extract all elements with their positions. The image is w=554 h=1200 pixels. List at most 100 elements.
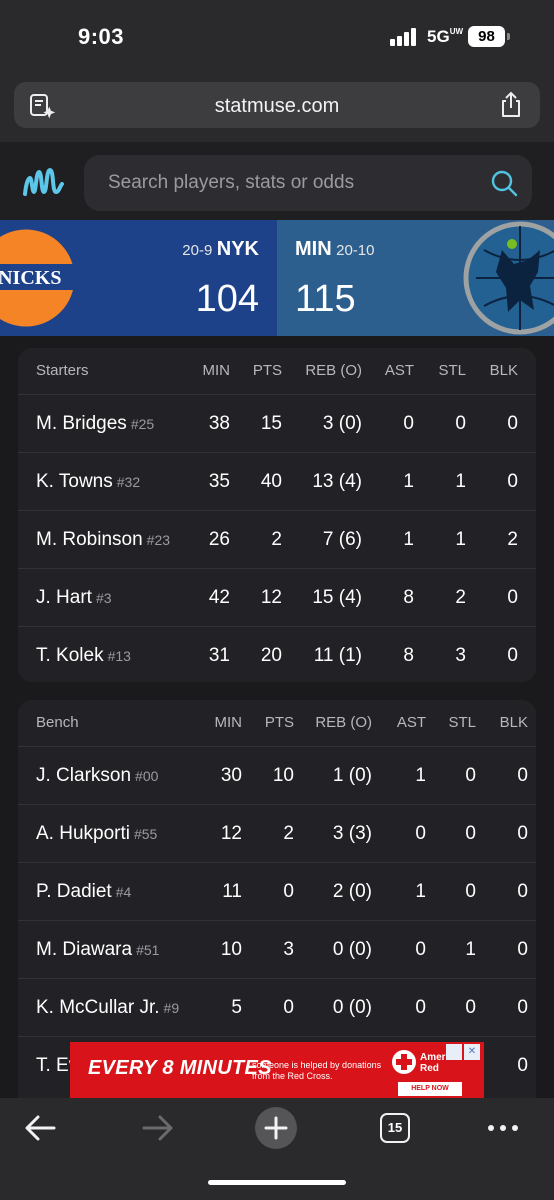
tabs-icon[interactable]: 15 bbox=[380, 1113, 410, 1143]
stat-stl: 1 bbox=[455, 471, 466, 492]
battery-tip bbox=[507, 33, 510, 40]
player-name-text[interactable]: M. Robinson bbox=[36, 529, 143, 550]
new-tab-icon[interactable] bbox=[254, 1106, 298, 1150]
ad-headline[interactable]: EVERY 8 MINUTES bbox=[88, 1057, 272, 1080]
player-name[interactable]: J. Clarkson #00 bbox=[36, 747, 158, 805]
jersey-number: #13 bbox=[107, 648, 131, 664]
stat-blk: 2 bbox=[507, 529, 518, 550]
stat-min: 35 bbox=[208, 471, 230, 492]
player-row[interactable]: A. Hukporti #55 12 2 3 (3) 0 0 0 bbox=[18, 804, 536, 862]
stat-min: 10 bbox=[220, 939, 242, 960]
stat-ast: 1 bbox=[415, 765, 426, 786]
column-header[interactable]: BLK bbox=[500, 700, 528, 746]
status-bar: 9:03 5GUW 98 bbox=[0, 0, 554, 76]
player-name-text[interactable]: T. Kolek bbox=[36, 645, 104, 666]
away-abbr: MIN bbox=[295, 238, 332, 260]
player-name-text[interactable]: K. Towns bbox=[36, 471, 113, 492]
player-row[interactable]: J. Clarkson #00 30 10 1 (0) 1 0 0 bbox=[18, 746, 536, 804]
player-row[interactable]: M. Bridges #25 38 15 3 (0) 0 0 0 bbox=[18, 394, 536, 452]
ad-close-icon[interactable]: ✕ bbox=[464, 1044, 480, 1060]
stat-pts: 2 bbox=[271, 529, 282, 550]
player-name[interactable]: M. Robinson #23 bbox=[36, 511, 170, 569]
stat-stl: 0 bbox=[465, 997, 476, 1018]
stat-stl: 2 bbox=[455, 587, 466, 608]
player-name-text[interactable]: A. Hukporti bbox=[36, 823, 130, 844]
forward-icon[interactable] bbox=[140, 1110, 176, 1146]
stat-pts: 2 bbox=[283, 823, 294, 844]
column-header[interactable]: BLK bbox=[490, 348, 518, 394]
stat-reb: 3 (0) bbox=[322, 413, 362, 434]
column-header[interactable]: STL bbox=[438, 348, 466, 394]
stat-min: 26 bbox=[208, 529, 230, 550]
player-row[interactable]: M. Diawara #51 10 3 0 (0) 0 1 0 bbox=[18, 920, 536, 978]
stat-reb: 0 (0) bbox=[332, 997, 372, 1018]
player-name[interactable]: T. Kolek #13 bbox=[36, 627, 131, 682]
battery-icon: 98 bbox=[468, 26, 505, 47]
player-name-text[interactable]: M. Bridges bbox=[36, 413, 127, 434]
stat-blk: 0 bbox=[517, 939, 528, 960]
search-box[interactable]: Search players, stats or odds bbox=[84, 155, 532, 211]
stat-reb: 3 (3) bbox=[332, 823, 372, 844]
player-row[interactable]: K. Towns #32 35 40 13 (4) 1 1 0 bbox=[18, 452, 536, 510]
stat-ast: 1 bbox=[415, 881, 426, 902]
search-placeholder[interactable]: Search players, stats or odds bbox=[108, 172, 354, 194]
share-icon[interactable] bbox=[498, 91, 524, 119]
jersey-number: #23 bbox=[146, 532, 171, 548]
address-bar[interactable]: statmuse.com bbox=[14, 82, 540, 128]
stat-reb: 2 (0) bbox=[332, 881, 372, 902]
starters-table: Starters MIN PTS REB (O) AST STL BLK M. Bridges… bbox=[18, 348, 536, 682]
column-header[interactable]: STL bbox=[448, 700, 476, 746]
jersey-number: #51 bbox=[136, 942, 160, 958]
column-header[interactable]: PTS bbox=[253, 348, 282, 394]
stat-min: 31 bbox=[208, 645, 230, 666]
player-name[interactable]: M. Diawara #51 bbox=[36, 921, 159, 979]
player-name[interactable]: A. Hukporti #55 bbox=[36, 805, 157, 863]
ad-body: someone is helped by donations from the … bbox=[252, 1060, 382, 1081]
column-header[interactable]: REB (O) bbox=[315, 700, 372, 746]
player-name[interactable]: M. Bridges #25 bbox=[36, 395, 154, 453]
stat-ast: 0 bbox=[415, 939, 426, 960]
adchoices-icon[interactable] bbox=[446, 1044, 462, 1060]
stat-blk: 0 bbox=[507, 645, 518, 666]
home-record: 20-9 bbox=[182, 242, 213, 259]
url-text[interactable]: statmuse.com bbox=[14, 95, 540, 118]
column-header[interactable]: PTS bbox=[265, 700, 294, 746]
away-record: 20-10 bbox=[336, 242, 375, 259]
section-label: Starters bbox=[36, 362, 89, 379]
stat-blk: 0 bbox=[507, 413, 518, 434]
player-name[interactable]: K. McCullar Jr. #9 bbox=[36, 979, 179, 1037]
ad-cta-button[interactable]: HELP NOW bbox=[398, 1082, 462, 1096]
player-name[interactable]: K. Towns #32 bbox=[36, 453, 140, 511]
player-name[interactable]: J. Hart #3 bbox=[36, 569, 112, 627]
column-header[interactable]: AST bbox=[385, 348, 414, 394]
jersey-number: #25 bbox=[130, 416, 155, 432]
player-name-text[interactable]: M. Diawara bbox=[36, 939, 132, 960]
column-header[interactable]: AST bbox=[397, 700, 426, 746]
player-row[interactable]: T. Kolek #13 31 20 11 (1) 8 3 0 bbox=[18, 626, 536, 682]
statmuse-logo[interactable] bbox=[22, 166, 64, 198]
player-name-text[interactable]: K. McCullar Jr. bbox=[36, 997, 160, 1018]
red-cross-ad-banner[interactable]: EVERY 8 MINUTES someone is helped by don… bbox=[70, 1042, 484, 1098]
player-row[interactable]: P. Dadiet #4 11 0 2 (0) 1 0 0 bbox=[18, 862, 536, 920]
player-name-text[interactable]: J. Hart bbox=[36, 587, 92, 608]
away-team-panel[interactable]: MIN 20-10 115 bbox=[277, 220, 554, 336]
stat-pts: 20 bbox=[260, 645, 282, 666]
jersey-number: #55 bbox=[133, 826, 158, 842]
column-header[interactable]: MIN bbox=[215, 700, 243, 746]
player-row[interactable]: J. Hart #3 42 12 15 (4) 8 2 0 bbox=[18, 568, 536, 626]
player-name-text[interactable]: J. Clarkson bbox=[36, 765, 131, 786]
player-name-text[interactable]: P. Dadiet bbox=[36, 881, 112, 902]
home-team-panel[interactable]: KNICKS 20-9 NYK 104 bbox=[0, 220, 277, 336]
column-header[interactable]: MIN bbox=[203, 348, 231, 394]
stat-stl: 1 bbox=[455, 529, 466, 550]
player-row[interactable]: M. Robinson #23 26 2 7 (6) 1 1 2 bbox=[18, 510, 536, 568]
network-type: 5GUW bbox=[427, 27, 464, 46]
player-name[interactable]: P. Dadiet #4 bbox=[36, 863, 131, 921]
stat-stl: 0 bbox=[465, 823, 476, 844]
column-header[interactable]: REB (O) bbox=[305, 348, 362, 394]
search-icon[interactable] bbox=[490, 169, 518, 197]
home-abbr: NYK bbox=[216, 238, 259, 260]
player-row[interactable]: K. McCullar Jr. #9 5 0 0 (0) 0 0 0 bbox=[18, 978, 536, 1036]
back-icon[interactable] bbox=[22, 1110, 58, 1146]
more-icon[interactable] bbox=[486, 1110, 520, 1146]
